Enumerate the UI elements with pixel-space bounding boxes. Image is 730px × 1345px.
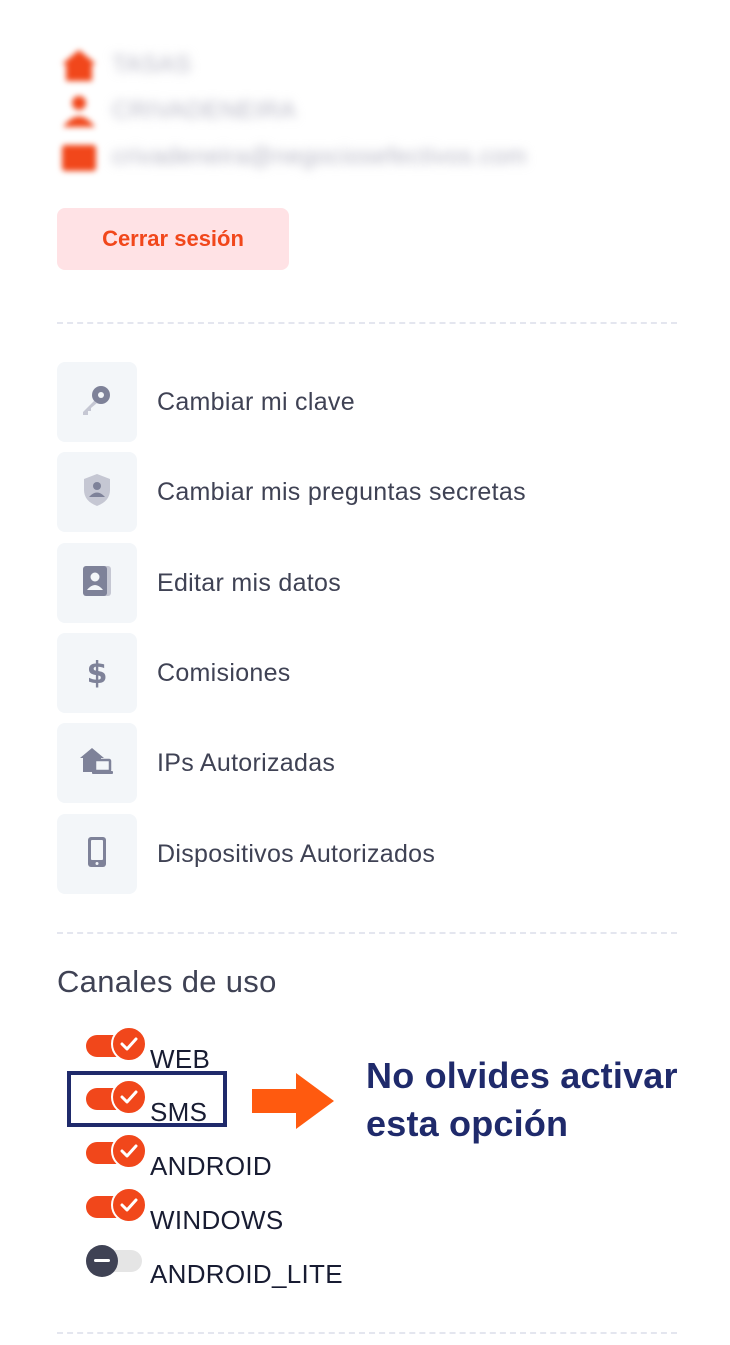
menu-item-commissions[interactable]: $ Comisiones xyxy=(57,633,291,713)
menu-item-label: Editar mis datos xyxy=(157,568,342,597)
menu-item-label: IPs Autorizadas xyxy=(157,748,336,777)
menu-icon-box: $ xyxy=(57,633,137,713)
mail-icon xyxy=(60,142,98,172)
channel-label: WEB xyxy=(150,1043,211,1074)
menu-item-change-secret-questions[interactable]: Cambiar mis preguntas secretas xyxy=(57,452,526,532)
channel-web: WEB xyxy=(86,1026,210,1074)
profile-name-row: CRIVADENEIRA xyxy=(60,96,297,127)
check-icon xyxy=(111,1187,147,1223)
channel-toggle[interactable] xyxy=(86,1243,142,1283)
menu-item-label: Comisiones xyxy=(157,658,291,687)
profile-name: CRIVADENEIRA xyxy=(112,97,297,124)
channels-title: Canales de uso xyxy=(57,964,277,999)
profile-email-row: crivadeneira@negociosefectivos.com xyxy=(60,142,527,172)
divider xyxy=(57,322,677,324)
channel-android-lite: ANDROID_LITE xyxy=(86,1243,343,1289)
channel-toggle[interactable] xyxy=(86,1187,147,1229)
menu-item-authorized-ips[interactable]: IPs Autorizadas xyxy=(57,723,335,803)
logout-button[interactable]: Cerrar sesión xyxy=(57,208,289,270)
home-computer-icon xyxy=(80,746,114,781)
check-icon xyxy=(111,1133,147,1169)
dollar-icon: $ xyxy=(86,655,108,691)
user-icon xyxy=(60,96,98,127)
profile-company-row: TASAS xyxy=(60,50,192,81)
channel-windows: WINDOWS xyxy=(86,1187,284,1235)
mobile-icon xyxy=(86,836,108,873)
minus-icon xyxy=(86,1245,118,1277)
annotation-line-1: No olvides activar xyxy=(366,1055,678,1096)
menu-icon-box xyxy=(57,362,137,442)
menu-icon-box xyxy=(57,814,137,894)
menu-item-label: Dispositivos Autorizados xyxy=(157,839,436,868)
annotation-line-2: esta opción xyxy=(366,1103,569,1144)
annotation-note: No olvides activar esta opción xyxy=(366,1052,696,1148)
channel-label: ANDROID xyxy=(150,1150,272,1181)
menu-icon-box xyxy=(57,543,137,623)
profile-company: TASAS xyxy=(112,51,192,78)
menu-item-edit-profile[interactable]: Editar mis datos xyxy=(57,543,341,623)
divider xyxy=(57,932,677,934)
profile-email: crivadeneira@negociosefectivos.com xyxy=(112,143,527,170)
shield-user-icon xyxy=(82,473,112,512)
channel-android: ANDROID xyxy=(86,1133,272,1181)
channel-label: ANDROID_LITE xyxy=(150,1258,343,1289)
check-icon xyxy=(111,1026,147,1062)
channel-label: WINDOWS xyxy=(150,1204,284,1235)
menu-item-label: Cambiar mi clave xyxy=(157,387,355,416)
channel-toggle[interactable] xyxy=(86,1026,147,1068)
sms-highlight-box xyxy=(67,1071,227,1127)
menu-icon-box xyxy=(57,452,137,532)
menu-item-label: Cambiar mis preguntas secretas xyxy=(157,477,526,506)
arrow-right-icon xyxy=(252,1071,336,1136)
menu-item-change-password[interactable]: Cambiar mi clave xyxy=(57,362,355,442)
contact-card-icon xyxy=(81,564,113,603)
menu-icon-box xyxy=(57,723,137,803)
menu-item-authorized-devices[interactable]: Dispositivos Autorizados xyxy=(57,814,435,894)
key-icon xyxy=(80,383,114,422)
home-icon xyxy=(60,50,98,81)
channel-toggle[interactable] xyxy=(86,1133,147,1175)
divider xyxy=(57,1332,677,1334)
